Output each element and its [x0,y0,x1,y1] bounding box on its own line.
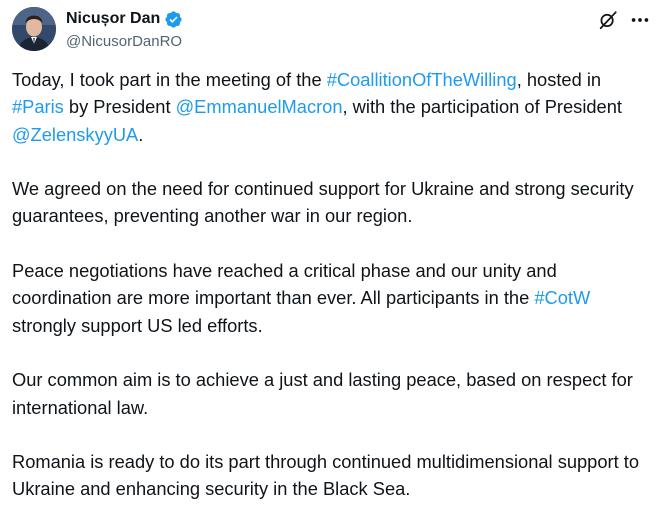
name-row: Nicușor Dan [66,8,183,30]
tweet-card: Nicușor Dan @NicusorDanRO Today, I took … [0,0,661,512]
tweet-text: Today, I took part in the meeting of the… [12,66,652,530]
mention-link[interactable]: @EmmanuelMacron [176,96,343,117]
grok-icon[interactable] [597,9,619,31]
more-icon[interactable] [629,9,651,31]
text-segment: Peace negotiations have reached a critic… [12,260,557,309]
text-segment: . [138,123,144,145]
text-segment: by President [63,96,176,118]
display-name[interactable]: Nicușor Dan [66,10,160,28]
paragraph-2: We agreed on the need for continued supp… [12,178,634,227]
text-segment: , hosted in [516,69,602,90]
text-segment: strongly support US led efforts. [12,314,263,336]
text-segment: Today, I took part in the meeting of the [12,69,327,90]
hashtag-link[interactable]: #CotW [534,287,590,308]
text-segment: , with the participation of President [342,96,622,118]
avatar[interactable] [12,7,56,51]
author-block: Nicușor Dan @NicusorDanRO [66,8,183,50]
author-handle[interactable]: @NicusorDanRO [66,33,183,50]
verified-badge-icon [164,10,183,29]
header-actions [597,9,651,31]
paragraph-4: Our common aim is to achieve a just and … [12,369,633,418]
paragraph-5: Romania is ready to do its part through … [12,451,639,500]
hashtag-link[interactable]: #Paris [12,96,64,117]
mention-link[interactable]: @ZelenskyyUA [12,124,138,145]
paragraph-1: Today, I took part in the meeting of the… [12,66,652,148]
tweet-header: Nicușor Dan @NicusorDanRO [12,5,651,55]
paragraph-3: Peace negotiations have reached a critic… [12,257,652,339]
hashtag-link[interactable]: #CoallitionOfTheWilling [327,69,517,90]
